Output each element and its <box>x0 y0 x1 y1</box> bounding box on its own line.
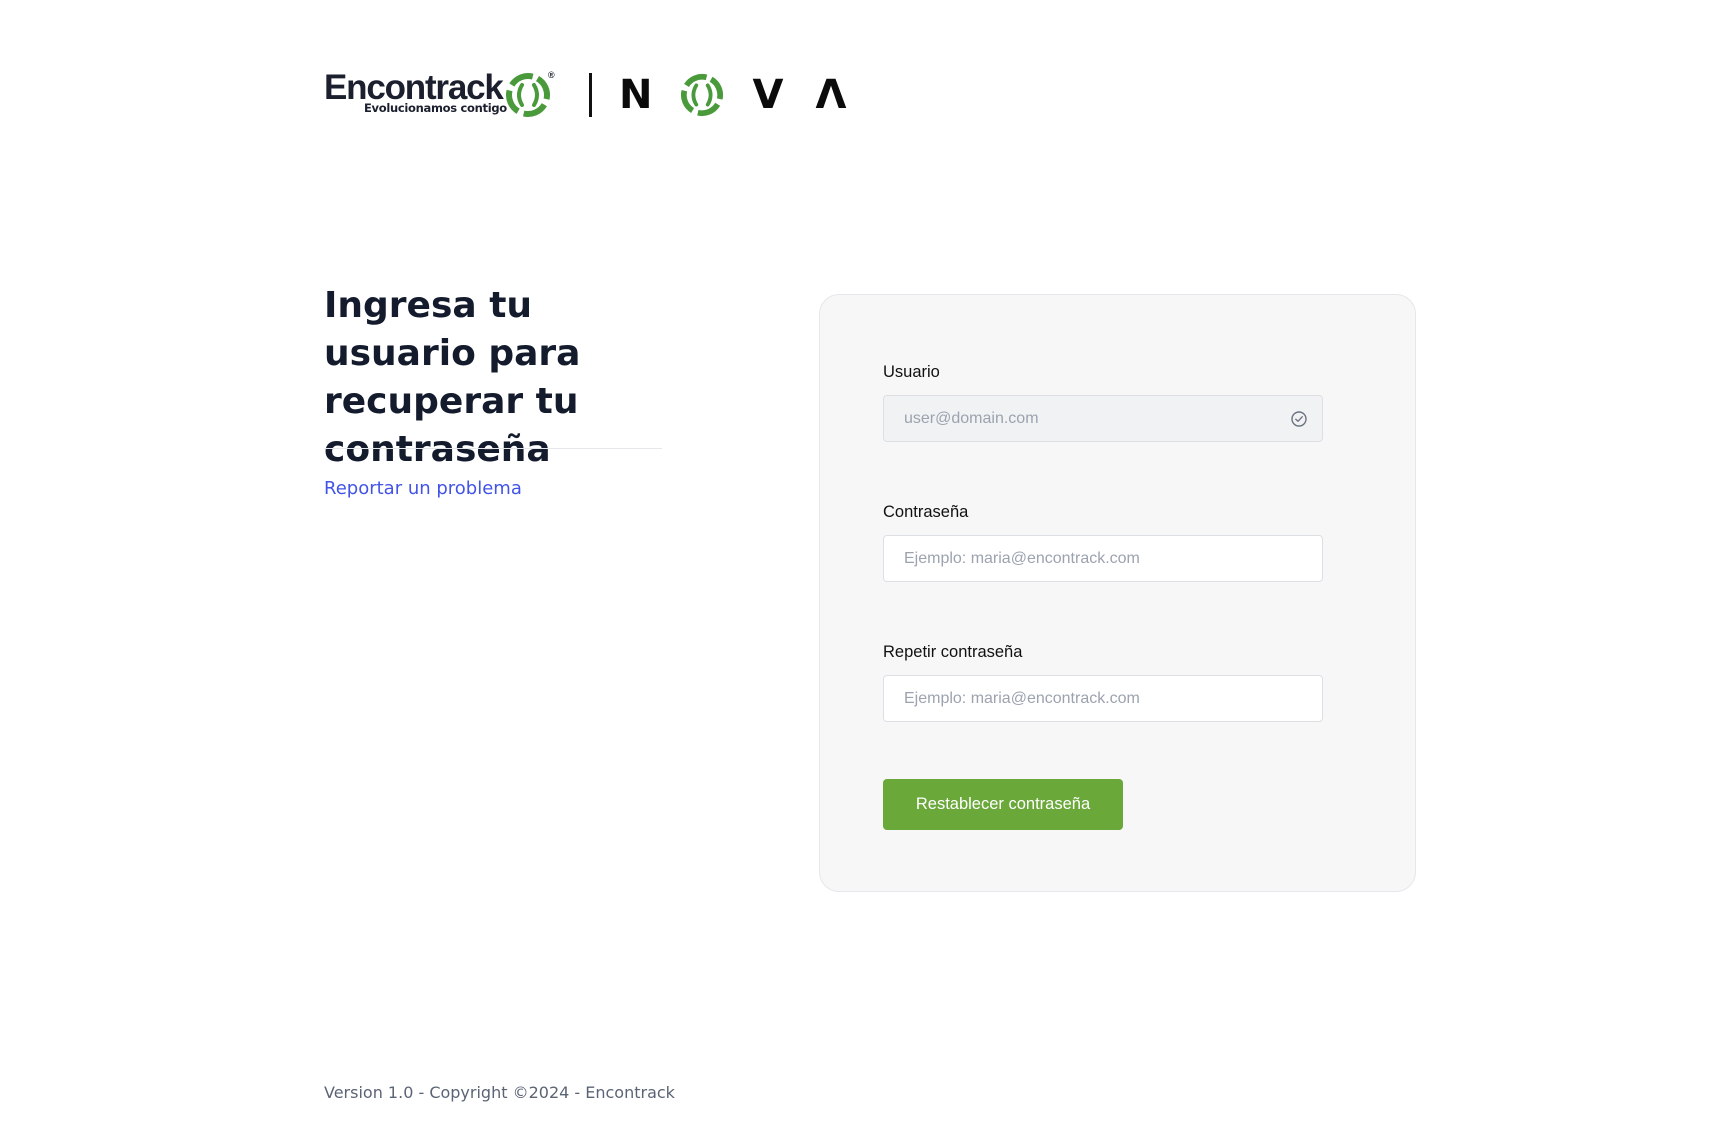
header-logos: Encontrack Evolucionamos contigo ® N V Λ <box>324 70 846 120</box>
check-circle-icon <box>1291 411 1307 427</box>
recovery-form-card: Usuario Contraseña Repetir contraseña Re… <box>819 294 1416 892</box>
repeat-password-label: Repetir contraseña <box>883 643 1023 661</box>
nova-letter-a: Λ <box>815 72 847 118</box>
reset-password-button[interactable]: Restablecer contraseña <box>883 779 1123 830</box>
brand-tagline: Evolucionamos contigo <box>364 101 507 115</box>
repeat-password-input[interactable] <box>904 689 1302 708</box>
footer-copyright: Version 1.0 - Copyright ©2024 - Encontra… <box>324 1083 675 1102</box>
user-field[interactable] <box>883 395 1323 442</box>
encontrack-mark-icon <box>505 72 551 123</box>
password-field[interactable] <box>883 535 1323 582</box>
title-divider <box>324 448 662 449</box>
repeat-password-field[interactable] <box>883 675 1323 722</box>
page-title: Ingresa tu usuario para recuperar tu con… <box>324 285 581 470</box>
registered-mark: ® <box>548 70 555 80</box>
nova-letter-n: N <box>619 72 653 118</box>
password-recovery-page: Encontrack Evolucionamos contigo ® N V Λ… <box>0 0 1728 1148</box>
nova-letter-v: V <box>752 72 784 118</box>
password-input[interactable] <box>904 549 1302 568</box>
user-input[interactable] <box>904 409 1302 428</box>
encontrack-logo: Encontrack Evolucionamos contigo ® <box>324 70 559 120</box>
nova-o-mark-icon <box>680 73 724 117</box>
report-problem-link[interactable]: Reportar un problema <box>324 478 522 499</box>
nova-logo: N V Λ <box>619 70 846 120</box>
user-label: Usuario <box>883 363 940 381</box>
password-label: Contraseña <box>883 503 969 521</box>
logo-divider <box>589 73 592 117</box>
